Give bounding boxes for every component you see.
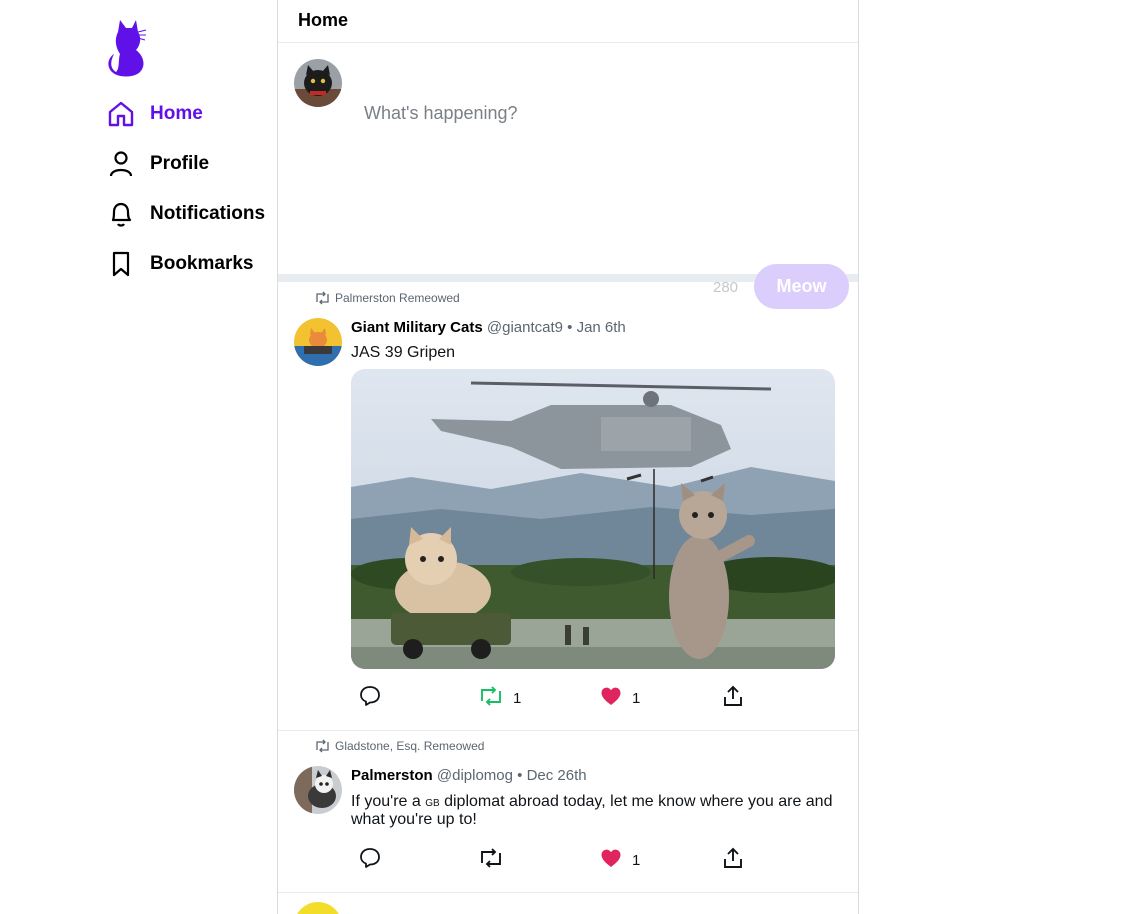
tweet-meta: Giant Military Cats @giantcat9 • Jan 6th [351, 319, 626, 336]
nav-label-home: Home [150, 103, 203, 124]
author-handle[interactable]: @giantcat9 [487, 319, 563, 336]
like-count: 1 [632, 851, 641, 869]
bell-icon [106, 199, 136, 229]
like-button[interactable]: 1 [599, 846, 640, 874]
author-handle[interactable]: @diplomog [437, 767, 513, 784]
heart-icon [599, 684, 623, 712]
remeow-icon [314, 291, 331, 305]
nav-item-home[interactable]: Home [106, 94, 203, 134]
nav-item-profile[interactable]: Profile [106, 144, 209, 184]
like-count: 1 [632, 689, 641, 707]
tweet-text: JAS 39 Gripen [351, 344, 456, 361]
share-button[interactable] [721, 846, 745, 874]
tweet-actions: 1 [358, 846, 758, 872]
tweet[interactable]: Palmerston Remeowed Giant Military Cats … [278, 282, 858, 731]
tweet-text: If you're a GB diplomat abroad today, le… [351, 794, 841, 828]
avatar[interactable] [294, 318, 342, 366]
share-icon [721, 684, 745, 712]
page-title: Home [298, 10, 349, 30]
timeline-header: Home [278, 0, 858, 43]
remeow-button[interactable] [478, 846, 504, 874]
remeow-count: 1 [513, 689, 522, 707]
like-button[interactable]: 1 [599, 684, 640, 712]
main-timeline: Home 280 Meow Palmerston Remeowed [277, 0, 859, 914]
compose-input[interactable] [364, 103, 834, 124]
remeow-indicator: Palmerston Remeowed [314, 291, 460, 305]
tweet[interactable] [278, 893, 858, 914]
remeow-icon [314, 739, 331, 753]
heart-icon [599, 846, 623, 874]
reply-button[interactable] [358, 684, 382, 712]
avatar[interactable] [294, 766, 342, 814]
remeow-indicator: Gladstone, Esq. Remeowed [314, 739, 484, 753]
avatar[interactable] [294, 902, 342, 914]
tweet-date: • Dec 26th [517, 767, 587, 784]
nav-label-bookmarks: Bookmarks [150, 253, 254, 274]
nav-item-notifications[interactable]: Notifications [106, 194, 265, 234]
compose-box: 280 Meow [278, 43, 858, 309]
country-flag-text: GB [425, 798, 440, 809]
tweet-image[interactable] [351, 369, 835, 669]
comment-icon [358, 684, 382, 712]
tweet-date: • Jan 6th [567, 319, 626, 336]
comment-icon [358, 846, 382, 874]
user-icon [106, 149, 136, 179]
nav-label-profile: Profile [150, 153, 210, 174]
tweet-meta: Palmerston @diplomog • Dec 26th [351, 767, 587, 784]
cat-logo-icon[interactable] [104, 18, 148, 78]
reply-button[interactable] [358, 846, 382, 874]
remeow-label: Gladstone, Esq. Remeowed [335, 739, 485, 753]
nav-label-notifications: Notifications [150, 203, 266, 224]
tweet-text-part: If you're a [351, 793, 426, 810]
tweet-actions: 1 1 [358, 684, 758, 710]
sidebar: Home Profile Notifications Bookmarks [0, 0, 277, 914]
remeow-icon [478, 684, 504, 712]
tweet[interactable]: Gladstone, Esq. Remeowed Palmerston @dip… [278, 731, 858, 893]
remeow-button[interactable]: 1 [478, 684, 521, 712]
author-name[interactable]: Palmerston [351, 767, 433, 784]
remeow-label: Palmerston Remeowed [335, 291, 460, 305]
home-icon [106, 99, 136, 129]
share-button[interactable] [721, 684, 745, 712]
share-icon [721, 846, 745, 874]
avatar[interactable] [294, 59, 342, 107]
bookmark-icon [106, 249, 136, 279]
nav-item-bookmarks[interactable]: Bookmarks [106, 244, 254, 284]
remeow-icon [478, 846, 504, 874]
author-name[interactable]: Giant Military Cats [351, 319, 483, 336]
